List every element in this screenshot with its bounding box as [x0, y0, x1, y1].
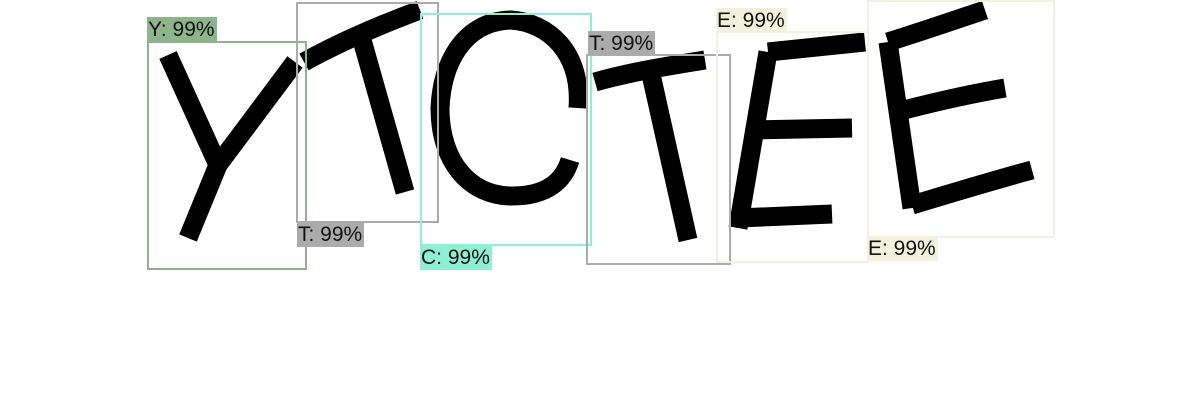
detection-label-y: Y: 99%	[147, 17, 217, 42]
detection-box-t-1	[296, 2, 439, 223]
detection-label-c: C: 99%	[420, 245, 492, 270]
detection-label-t-2: T: 99%	[588, 31, 656, 56]
detection-box-c	[420, 13, 592, 246]
detection-box-e-1	[716, 31, 869, 263]
detection-label-t-1: T: 99%	[297, 222, 365, 247]
detection-label-e-1: E: 99%	[716, 8, 787, 33]
detection-box-y	[147, 41, 307, 270]
detection-label-e-2: E: 99%	[867, 236, 938, 261]
detection-box-t-2	[586, 54, 731, 265]
detection-box-e-2	[867, 0, 1055, 238]
